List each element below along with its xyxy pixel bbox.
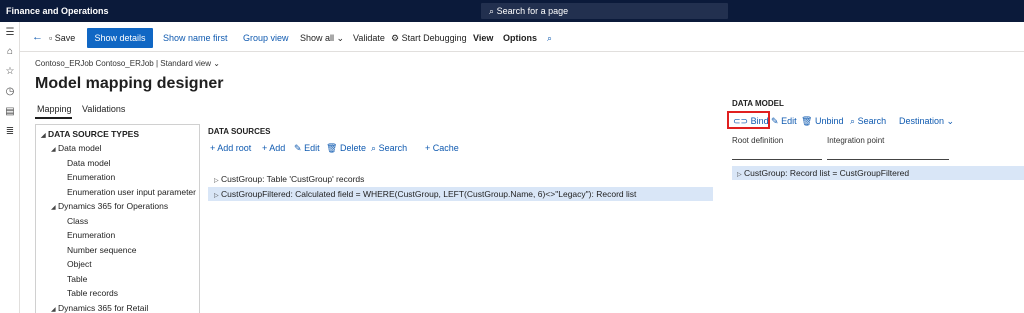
- delete-button[interactable]: 🗑 Delete: [326, 143, 366, 154]
- expanded-triangle-icon: ◢: [51, 147, 56, 153]
- tab-validations[interactable]: Validations: [82, 104, 125, 114]
- trash-icon: 🗑: [801, 116, 813, 126]
- data-source-row-selected[interactable]: ▷ CustGroupFiltered: Calculated field = …: [208, 187, 713, 201]
- save-button[interactable]: ▫ Save: [49, 33, 75, 43]
- pencil-icon: ✎: [771, 116, 779, 126]
- modules-list-icon[interactable]: ≣: [5, 127, 15, 137]
- show-name-first-button[interactable]: Show name first: [163, 33, 228, 43]
- tree-leaf[interactable]: Class: [67, 216, 88, 226]
- page-search[interactable]: ⌕ Search for a page: [481, 3, 728, 19]
- unbind-button[interactable]: 🗑 Unbind: [801, 116, 843, 127]
- integration-point-label: Integration point: [827, 136, 885, 145]
- root-definition-label: Root definition: [732, 136, 784, 145]
- link-icon: ⊂⊃: [733, 116, 749, 126]
- chevron-down-icon: ⌄: [946, 116, 955, 126]
- search-button[interactable]: ⌕ Search: [850, 116, 886, 127]
- cache-button[interactable]: + Cache: [425, 143, 459, 153]
- root-definition-field[interactable]: [732, 159, 822, 160]
- tree-leaf[interactable]: Enumeration user input parameter: [67, 187, 196, 197]
- home-icon[interactable]: ⌂: [5, 47, 15, 57]
- top-bar: Finance and Operations ⌕ Search for a pa…: [0, 0, 1024, 22]
- plus-icon: +: [210, 143, 216, 153]
- plus-icon: +: [425, 143, 431, 153]
- expanded-triangle-icon: ◢: [51, 205, 56, 211]
- search-placeholder: Search for a page: [496, 6, 569, 16]
- collapsed-triangle-icon: ▷: [214, 193, 219, 199]
- search-icon: ⌕: [489, 6, 495, 16]
- collapsed-triangle-icon: ▷: [737, 172, 742, 178]
- search-button[interactable]: ⌕ Search: [371, 143, 407, 154]
- collapsed-triangle-icon: ▷: [214, 178, 219, 184]
- breadcrumb-path: Contoso_ERJob Contoso_ERJob: [35, 59, 154, 68]
- star-icon[interactable]: ☆: [5, 67, 15, 77]
- view-selector[interactable]: Standard view ⌄: [160, 59, 220, 68]
- pencil-icon: ✎: [294, 143, 302, 153]
- breadcrumb: Contoso_ERJob Contoso_ERJob | Standard v…: [35, 59, 220, 68]
- trash-icon: 🗑: [326, 143, 338, 153]
- left-navigation-rail: ☰ ⌂ ☆ ◷ ▤ ≣: [0, 22, 20, 313]
- data-source-row[interactable]: ▷ CustGroup: Table 'CustGroup' records: [208, 172, 713, 186]
- plus-icon: +: [262, 143, 268, 153]
- chevron-down-icon: ⌄: [213, 59, 220, 68]
- add-root-button[interactable]: + Add root: [210, 143, 251, 153]
- hamburger-menu-icon[interactable]: ☰: [5, 28, 15, 38]
- view-tab[interactable]: View: [473, 33, 493, 43]
- integration-point-field[interactable]: [827, 159, 949, 160]
- app-title: Finance and Operations: [6, 6, 109, 16]
- tree-root[interactable]: ◢ DATA SOURCE TYPES: [41, 129, 139, 139]
- tree-leaf[interactable]: Enumeration: [67, 230, 115, 240]
- data-model-heading: DATA MODEL: [732, 99, 784, 108]
- start-debugging-button[interactable]: ⚙ Start Debugging: [391, 33, 467, 44]
- group-view-button[interactable]: Group view: [243, 33, 289, 43]
- tab-mapping[interactable]: Mapping: [37, 104, 72, 114]
- expanded-triangle-icon: ◢: [41, 133, 46, 139]
- debug-icon: ⚙: [391, 33, 400, 43]
- tree-leaf[interactable]: Number sequence: [67, 245, 136, 255]
- breadcrumb-separator: |: [155, 59, 159, 68]
- search-icon: ⌕: [850, 116, 856, 126]
- validate-button[interactable]: Validate: [353, 33, 385, 43]
- tree-leaf[interactable]: Object: [67, 259, 92, 269]
- action-pane: ← ▫ Save Show details Show name first Gr…: [20, 22, 1024, 52]
- bind-button[interactable]: ⊂⊃ Bind: [733, 116, 769, 127]
- save-icon: ▫: [49, 33, 53, 43]
- recent-clock-icon[interactable]: ◷: [5, 87, 15, 97]
- search-icon[interactable]: ⌕: [547, 33, 552, 44]
- tree-node-dynamics-operations[interactable]: ◢ Dynamics 365 for Operations: [51, 201, 168, 211]
- tree-node-data-model[interactable]: ◢ Data model: [51, 143, 101, 153]
- add-button[interactable]: + Add: [262, 143, 285, 153]
- data-sources-heading: DATA SOURCES: [208, 127, 271, 136]
- expanded-triangle-icon: ◢: [51, 307, 56, 313]
- edit-button[interactable]: ✎ Edit: [294, 143, 320, 154]
- tree-leaf[interactable]: Table: [67, 274, 87, 284]
- page-title: Model mapping designer: [35, 75, 224, 92]
- tree-leaf[interactable]: Data model: [67, 158, 110, 168]
- data-source-types-tree: ◢ DATA SOURCE TYPES ◢ Data model Data mo…: [35, 124, 200, 313]
- chevron-down-icon: ⌄: [336, 33, 345, 43]
- workspaces-icon[interactable]: ▤: [5, 107, 15, 117]
- back-arrow-icon[interactable]: ←: [32, 31, 43, 43]
- data-model-row-selected[interactable]: ▷ CustGroup: Record list = CustGroupFilt…: [732, 166, 1024, 180]
- tree-node-dynamics-retail[interactable]: ◢ Dynamics 365 for Retail: [51, 303, 148, 313]
- tree-leaf[interactable]: Table records: [67, 288, 118, 298]
- active-tab-indicator: [35, 117, 72, 119]
- tree-leaf[interactable]: Enumeration: [67, 172, 115, 182]
- show-all-dropdown[interactable]: Show all ⌄: [300, 33, 344, 44]
- options-tab[interactable]: Options: [503, 33, 537, 43]
- search-icon: ⌕: [371, 143, 377, 153]
- show-details-button[interactable]: Show details: [87, 28, 153, 48]
- edit-button[interactable]: ✎ Edit: [771, 116, 797, 127]
- destination-dropdown[interactable]: Destination ⌄: [899, 116, 954, 127]
